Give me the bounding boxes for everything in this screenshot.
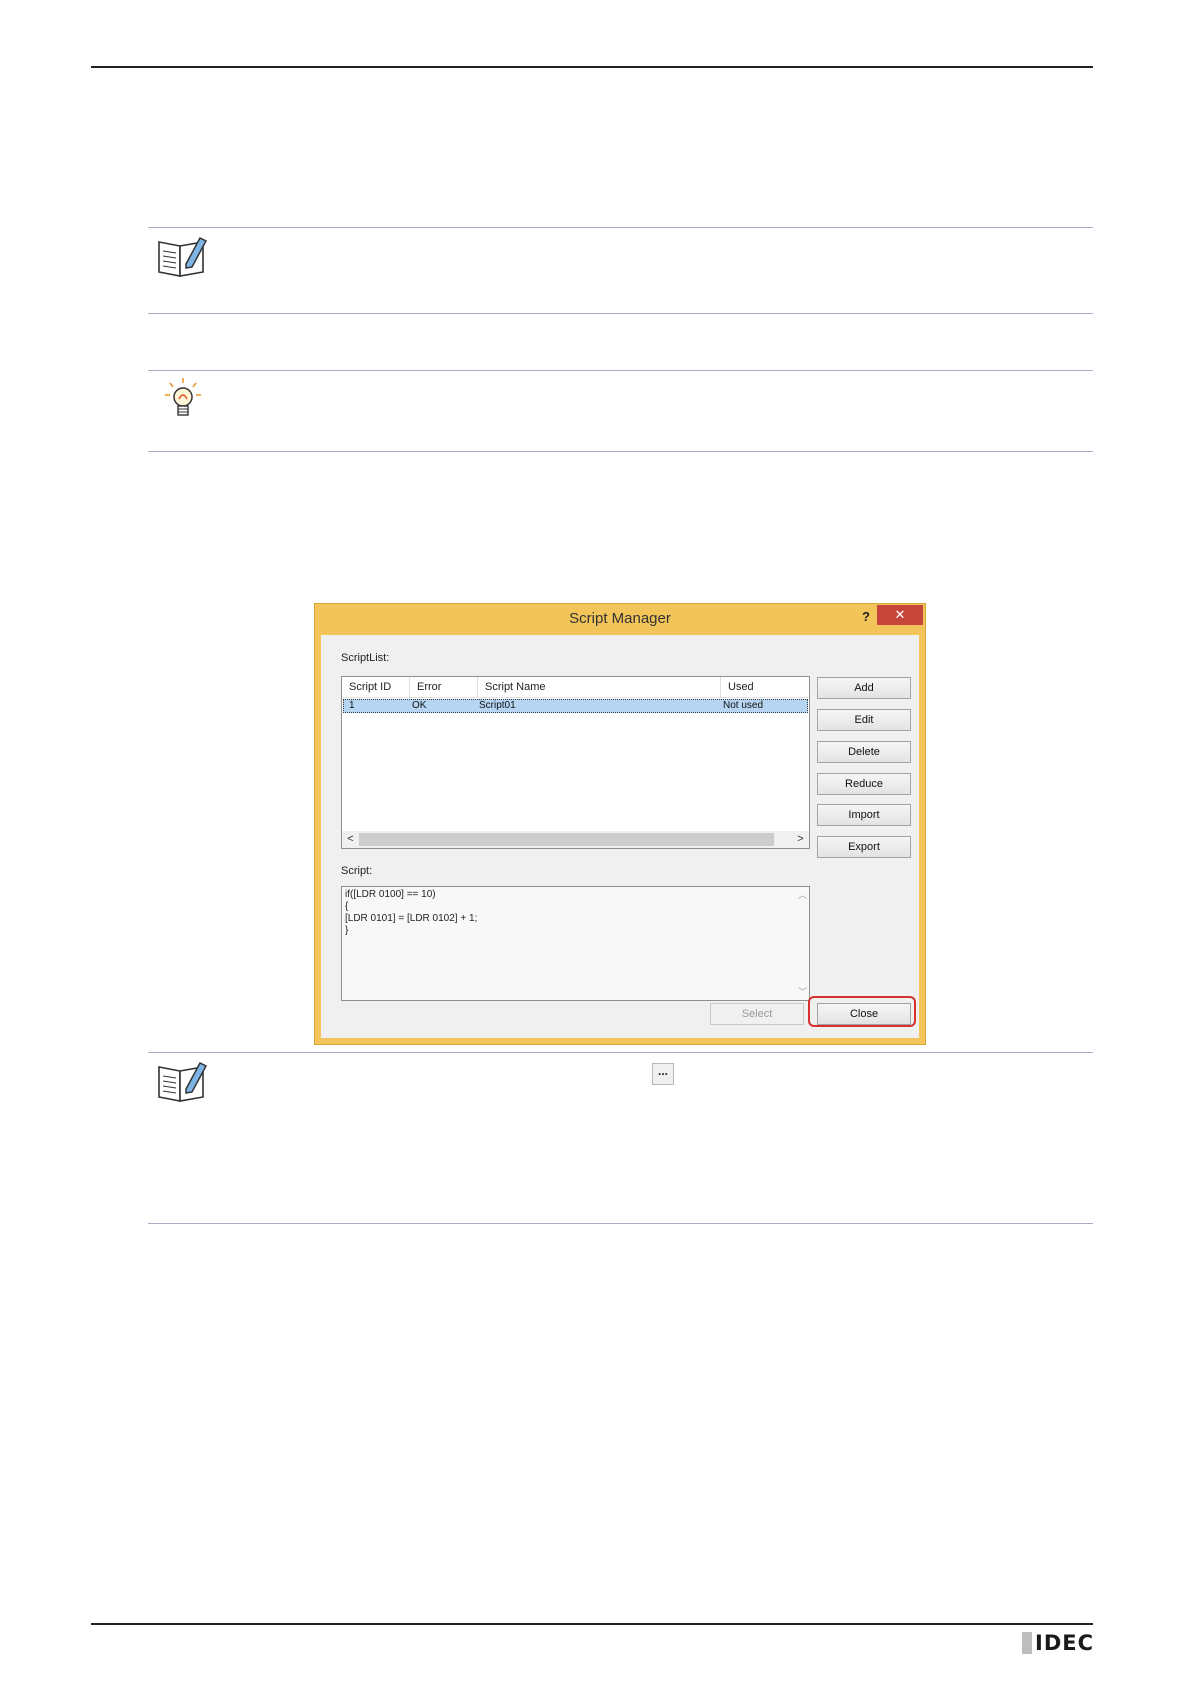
cell-script-id: 1	[349, 700, 355, 711]
logo-mark	[1022, 1632, 1032, 1654]
cell-error: OK	[412, 700, 427, 711]
script-line: if([LDR 0100] == 10)	[345, 889, 436, 900]
export-button[interactable]: Export	[817, 836, 911, 858]
dialog-client-area: ScriptList: Script ID Error Script Name …	[321, 635, 919, 1038]
note-top-rule	[148, 227, 1093, 228]
script-list[interactable]: Script ID Error Script Name Used 1 OK Sc…	[341, 676, 810, 849]
dialog-titlebar[interactable]: Script Manager ? ✕	[315, 604, 925, 634]
scroll-up-icon[interactable]: ︿	[798, 889, 807, 901]
import-button[interactable]: Import	[817, 804, 911, 826]
window-close-button[interactable]: ✕	[877, 605, 923, 625]
script-line: {	[345, 901, 349, 912]
horizontal-scrollbar[interactable]: < >	[342, 831, 809, 848]
lightbulb-icon	[165, 378, 201, 416]
list-header: Script ID Error Script Name Used	[342, 677, 809, 698]
script-line: }	[345, 925, 349, 936]
table-row[interactable]: 1 OK Script01 Not used	[343, 699, 808, 713]
tip-bottom-rule	[148, 451, 1093, 452]
tip-top-rule	[148, 370, 1093, 371]
ellipsis-button: ...	[652, 1063, 674, 1085]
help-button[interactable]: ?	[855, 607, 877, 627]
edit-button[interactable]: Edit	[817, 709, 911, 731]
script-manager-dialog: Script Manager ? ✕ ScriptList: Script ID…	[314, 603, 926, 1045]
add-button[interactable]: Add	[817, 677, 911, 699]
script-text-area[interactable]: if([LDR 0100] == 10){[LDR 0101] = [LDR 0…	[341, 886, 810, 1001]
column-used[interactable]: Used	[721, 677, 809, 697]
select-button[interactable]: Select	[710, 1003, 804, 1025]
cell-used: Not used	[723, 700, 764, 711]
script-line: [LDR 0101] = [LDR 0102] + 1;	[345, 913, 478, 924]
note2-bottom-rule	[148, 1223, 1093, 1224]
dialog-title: Script Manager	[569, 610, 671, 627]
footer-rule	[91, 1623, 1093, 1625]
column-script-id[interactable]: Script ID	[342, 677, 410, 697]
note-book-icon	[158, 237, 208, 277]
reduce-button[interactable]: Reduce	[817, 773, 911, 795]
note2-top-rule	[148, 1052, 1093, 1053]
scroll-thumb[interactable]	[359, 833, 774, 846]
cell-script-name: Script01	[479, 700, 516, 711]
note-book-icon	[158, 1062, 208, 1102]
column-script-name[interactable]: Script Name	[478, 677, 721, 697]
scroll-left-icon[interactable]: <	[342, 831, 359, 848]
header-rule	[91, 66, 1093, 68]
scroll-down-icon[interactable]: ﹀	[798, 986, 807, 998]
script-label: Script:	[341, 865, 373, 877]
close-button-highlight	[808, 996, 916, 1027]
scroll-right-icon[interactable]: >	[792, 831, 809, 848]
idec-logo: IDEC	[1035, 1631, 1095, 1655]
note-bottom-rule	[148, 313, 1093, 314]
script-list-label: ScriptList:	[341, 652, 390, 664]
column-error[interactable]: Error	[410, 677, 478, 697]
delete-button[interactable]: Delete	[817, 741, 911, 763]
